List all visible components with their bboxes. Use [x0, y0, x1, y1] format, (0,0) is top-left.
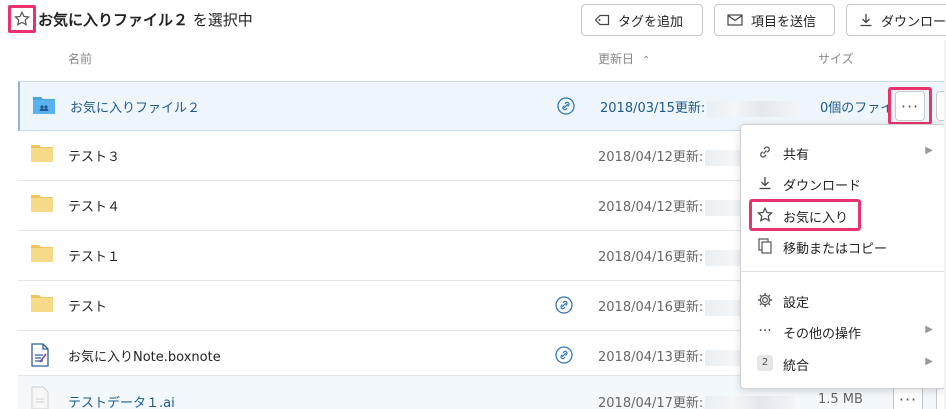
- star-icon: [14, 11, 30, 26]
- file-name[interactable]: テスト: [68, 296, 107, 315]
- tag-icon: [594, 14, 610, 26]
- add-tag-button[interactable]: タグを追加: [581, 4, 703, 36]
- mail-icon: [727, 14, 743, 26]
- copy-icon: [757, 238, 773, 254]
- menu-item-move-copy[interactable]: 移動またはコピー: [741, 231, 945, 261]
- menu-item-favorite[interactable]: お気に入り: [741, 200, 945, 230]
- ai-file-icon: [31, 386, 49, 409]
- download-icon: [757, 175, 773, 191]
- boxnote-icon: [31, 343, 49, 367]
- shared-folder-icon: [33, 97, 55, 114]
- redacted-user: [705, 395, 796, 409]
- menu-item-share[interactable]: 共有 ▶: [741, 137, 945, 167]
- context-menu: 共有 ▶ ダウンロード お気に入り 移動またはコピー 設定 ··· その他の操作…: [740, 124, 946, 389]
- shared-link-icon[interactable]: [555, 296, 573, 314]
- column-header-updated[interactable]: 更新日 ⌃: [598, 50, 650, 67]
- menu-item-more-actions[interactable]: ··· その他の操作 ▶: [741, 316, 945, 346]
- updated-date: 2018/03/15更新:: [600, 97, 798, 117]
- file-name[interactable]: お気に入りNote.boxnote: [68, 346, 221, 365]
- folder-icon: [31, 295, 53, 312]
- chevron-right-icon: ▶: [925, 145, 933, 156]
- menu-item-settings[interactable]: 設定: [741, 285, 945, 315]
- file-name[interactable]: テスト４: [68, 196, 120, 215]
- gear-icon: [757, 292, 773, 308]
- more-options-button[interactable]: ···: [895, 91, 925, 121]
- column-header-name[interactable]: 名前: [68, 50, 92, 67]
- menu-divider: [741, 271, 945, 272]
- file-name[interactable]: お気に入りファイル２: [70, 97, 200, 116]
- link-icon: [757, 144, 773, 160]
- integrations-count-badge: 2: [757, 355, 773, 371]
- shared-link-icon[interactable]: [555, 346, 573, 364]
- download-icon: [860, 14, 872, 27]
- chevron-right-icon: ▶: [925, 356, 933, 367]
- file-name[interactable]: テスト３: [68, 146, 120, 165]
- ellipsis-icon: ···: [758, 323, 772, 339]
- favorite-star-button[interactable]: [8, 5, 36, 33]
- updated-date: 2018/04/17更新:: [598, 392, 796, 409]
- column-header-size[interactable]: サイズ: [818, 50, 854, 67]
- file-name[interactable]: テストデータ１.ai: [68, 392, 175, 409]
- selection-header: お気に入りファイル２ を選択中 タグを追加 項目を送信 ダウンロード: [0, 0, 946, 40]
- folder-icon: [31, 195, 53, 212]
- sort-ascending-icon: ⌃: [642, 55, 651, 66]
- send-items-button[interactable]: 項目を送信: [714, 4, 835, 36]
- star-icon: [757, 207, 773, 223]
- folder-icon: [31, 145, 53, 162]
- menu-item-integrations[interactable]: 2 統合 ▶: [741, 348, 945, 378]
- file-name[interactable]: テスト１: [68, 246, 120, 265]
- file-size: 0個のファイル: [820, 101, 892, 116]
- redacted-user: [707, 100, 798, 117]
- download-button[interactable]: ダウンロード: [846, 4, 946, 36]
- menu-item-download[interactable]: ダウンロード: [741, 168, 945, 198]
- file-size: 1.5 MB: [818, 392, 863, 407]
- shared-link-icon[interactable]: [557, 97, 575, 115]
- chevron-right-icon: ▶: [925, 324, 933, 335]
- folder-icon: [31, 245, 53, 262]
- page-title: お気に入りファイル２ を選択中: [38, 11, 253, 29]
